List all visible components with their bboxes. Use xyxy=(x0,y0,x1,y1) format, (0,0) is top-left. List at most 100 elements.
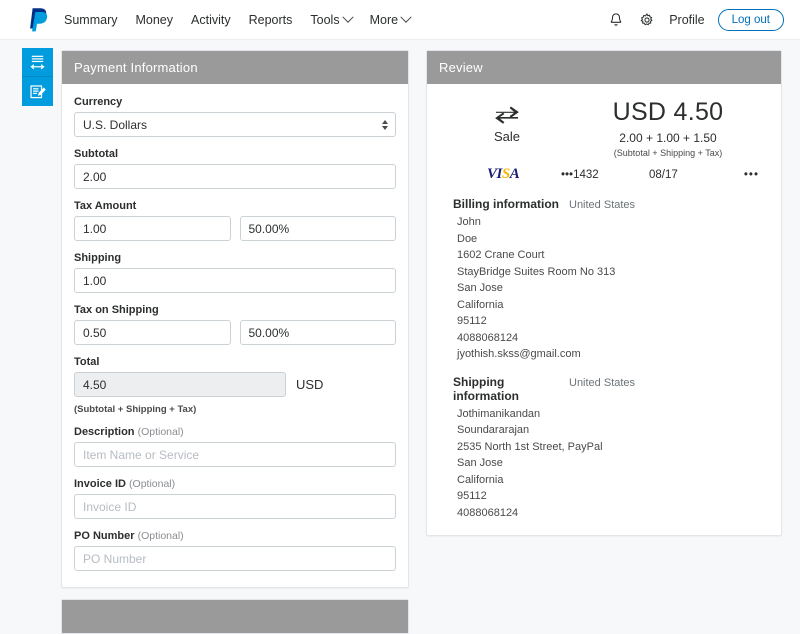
nav-item-more[interactable]: More xyxy=(370,13,410,27)
shipping-header: Shipping information United States xyxy=(453,375,765,403)
tax-amount-percent-input[interactable] xyxy=(240,216,397,241)
billing-header: Billing information United States xyxy=(453,197,765,211)
payment-card-row: VISA •••1432 08/17 ••• xyxy=(427,160,781,193)
payment-panel-body: Currency Subtotal Tax Amount xyxy=(62,84,408,587)
total-input xyxy=(74,372,286,397)
shipping-title: Shipping information xyxy=(453,375,569,403)
nav-item-tools[interactable]: Tools xyxy=(310,13,351,27)
tax-amount-field: Tax Amount xyxy=(74,200,396,241)
po-number-optional-tag: (Optional) xyxy=(138,530,184,542)
document-edit-icon-button[interactable] xyxy=(22,77,53,106)
profile-link[interactable]: Profile xyxy=(669,13,704,27)
exchange-arrows-icon xyxy=(443,106,571,127)
tax-amount-input[interactable] xyxy=(74,216,231,241)
total-label: Total xyxy=(74,356,396,368)
nav-item-summary[interactable]: Summary xyxy=(64,13,117,27)
shipping-line: 2535 North 1st Street, PayPal xyxy=(453,439,765,456)
po-number-label-text: PO Number xyxy=(74,530,135,542)
nav-label: Reports xyxy=(249,13,293,27)
shipping-field: Shipping xyxy=(74,252,396,293)
po-number-input[interactable] xyxy=(74,546,396,571)
chevron-down-icon xyxy=(400,11,411,22)
visa-logo-icon: VISA xyxy=(487,166,561,183)
nav-label: Activity xyxy=(191,13,231,27)
review-bottom-spacer xyxy=(427,521,781,535)
shipping-information-block: Shipping information United States Jothi… xyxy=(427,363,781,522)
card-number-masked: •••1432 xyxy=(561,169,649,181)
tax-amount-row xyxy=(74,216,396,241)
page-content: Payment Information Currency Subtotal xyxy=(0,40,800,547)
ellipsis-icon[interactable]: ••• xyxy=(744,169,759,181)
nav-label: Money xyxy=(135,13,173,27)
po-number-field: PO Number (Optional) xyxy=(74,530,396,571)
po-number-label: PO Number (Optional) xyxy=(74,530,396,542)
currency-field: Currency xyxy=(74,96,396,137)
top-navigation-bar: Summary Money Activity Reports Tools Mor… xyxy=(0,0,800,40)
paypal-logo-icon[interactable] xyxy=(28,7,50,33)
invoice-id-label-text: Invoice ID xyxy=(74,478,126,490)
shipping-line: San Jose xyxy=(453,455,765,472)
transaction-amount: USD 4.50 xyxy=(571,98,765,127)
side-tool-rail xyxy=(22,48,53,106)
next-panel-partial xyxy=(61,599,409,634)
billing-line: jyothish.skss@gmail.com xyxy=(453,346,765,363)
subtotal-input[interactable] xyxy=(74,164,396,189)
nav-item-money[interactable]: Money xyxy=(135,13,173,27)
shipping-input[interactable] xyxy=(74,268,396,293)
right-column: Review Sale USD 4.50 2.00 + 1.00 + 1.50 … xyxy=(426,50,782,547)
review-panel-title: Review xyxy=(427,51,781,84)
lines-resize-icon-button[interactable] xyxy=(22,48,53,77)
billing-title: Billing information xyxy=(453,197,569,211)
total-field: Total USD (Subtotal + Shipping + Tax) xyxy=(74,356,396,415)
billing-information-block: Billing information United States John D… xyxy=(427,193,781,363)
transaction-type: Sale xyxy=(443,98,571,158)
invoice-id-input[interactable] xyxy=(74,494,396,519)
nav-label: More xyxy=(370,13,398,27)
nav-label: Tools xyxy=(310,13,339,27)
description-field: Description (Optional) xyxy=(74,426,396,467)
currency-select[interactable] xyxy=(74,112,396,137)
next-panel-title xyxy=(62,600,408,633)
bell-icon[interactable] xyxy=(607,11,625,29)
payment-information-panel: Payment Information Currency Subtotal xyxy=(61,50,409,588)
subtotal-field: Subtotal xyxy=(74,148,396,189)
left-column: Payment Information Currency Subtotal xyxy=(61,50,409,547)
billing-line: Doe xyxy=(453,231,765,248)
billing-line: 4088068124 xyxy=(453,330,765,347)
nav-label: Summary xyxy=(64,13,117,27)
shipping-label: Shipping xyxy=(74,252,396,264)
shipping-line: Soundararajan xyxy=(453,422,765,439)
billing-line: 1602 Crane Court xyxy=(453,247,765,264)
description-label: Description (Optional) xyxy=(74,426,396,438)
tax-on-shipping-input[interactable] xyxy=(74,320,231,345)
gear-icon[interactable] xyxy=(638,11,656,29)
billing-line: 95112 xyxy=(453,313,765,330)
shipping-line: 4088068124 xyxy=(453,505,765,522)
chevron-down-icon xyxy=(342,11,353,22)
card-expiry: 08/17 xyxy=(649,169,727,181)
tax-amount-label: Tax Amount xyxy=(74,200,396,212)
nav-item-activity[interactable]: Activity xyxy=(191,13,231,27)
billing-country: United States xyxy=(569,199,635,211)
review-panel: Review Sale USD 4.50 2.00 + 1.00 + 1.50 … xyxy=(426,50,782,536)
main-nav-links: Summary Money Activity Reports Tools Mor… xyxy=(64,13,410,27)
total-formula-note: (Subtotal + Shipping + Tax) xyxy=(74,404,396,415)
subtotal-label: Subtotal xyxy=(74,148,396,160)
total-currency-suffix: USD xyxy=(296,377,323,392)
nav-item-reports[interactable]: Reports xyxy=(249,13,293,27)
transaction-amount-block: USD 4.50 2.00 + 1.00 + 1.50 (Subtotal + … xyxy=(571,98,765,158)
tax-on-shipping-row xyxy=(74,320,396,345)
payment-panel-title: Payment Information xyxy=(62,51,408,84)
shipping-country: United States xyxy=(569,377,635,389)
billing-line: California xyxy=(453,297,765,314)
description-optional-tag: (Optional) xyxy=(138,426,184,438)
review-summary: Sale USD 4.50 2.00 + 1.00 + 1.50 (Subtot… xyxy=(427,84,781,160)
tax-on-shipping-percent-input[interactable] xyxy=(240,320,397,345)
description-input[interactable] xyxy=(74,442,396,467)
billing-line: John xyxy=(453,214,765,231)
tax-on-shipping-field: Tax on Shipping xyxy=(74,304,396,345)
logout-button[interactable]: Log out xyxy=(718,9,784,31)
billing-line: San Jose xyxy=(453,280,765,297)
transaction-breakdown-note: (Subtotal + Shipping + Tax) xyxy=(571,148,765,158)
shipping-line: 95112 xyxy=(453,488,765,505)
